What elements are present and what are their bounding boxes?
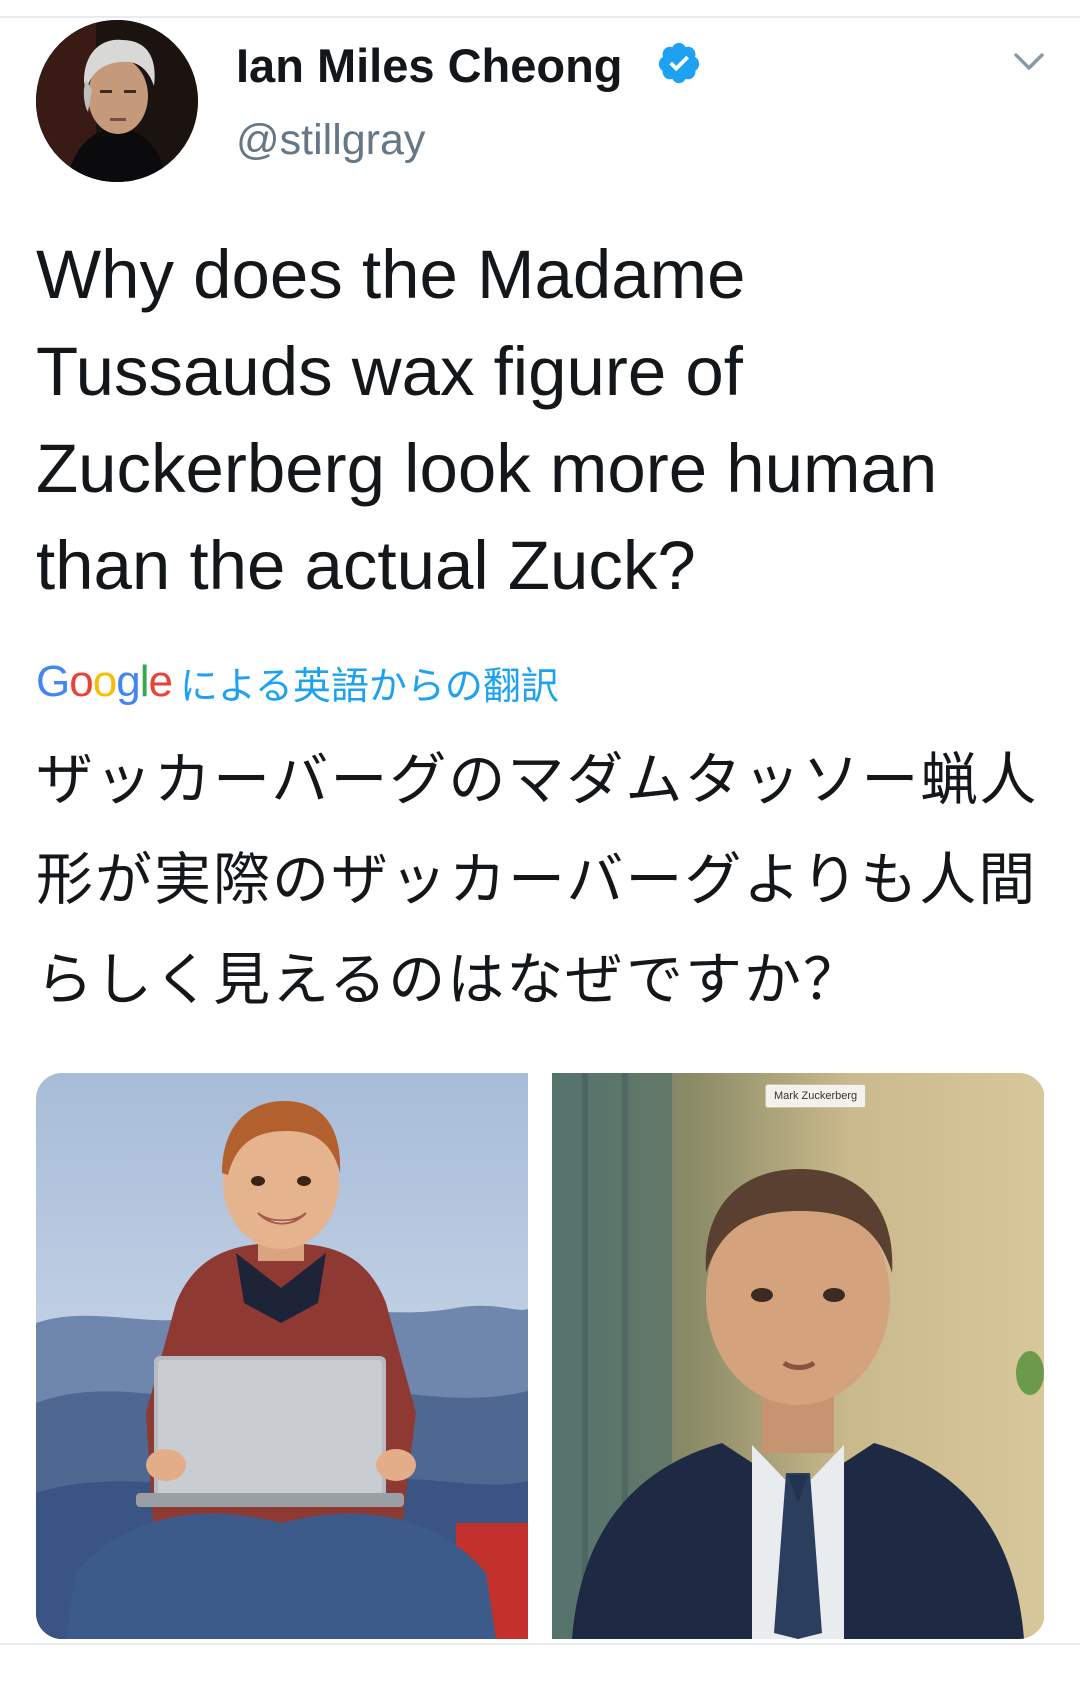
media-photo-wax-figure[interactable] xyxy=(36,1073,528,1639)
google-logo: Google xyxy=(36,657,173,706)
chevron-down-icon[interactable] xyxy=(1012,50,1046,74)
author-name[interactable]: Ian Miles Cheong xyxy=(236,38,623,94)
translated-text: ザッカーバーグのマダムタッソー蝋人形が実際のザッカーバーグよりも人間らしく見える… xyxy=(36,747,1039,1013)
top-divider xyxy=(0,16,1080,18)
media-photo-video-call[interactable]: Mark Zuckerberg xyxy=(552,1073,1044,1639)
media-grid: Mark Zuckerberg xyxy=(36,1073,1045,1639)
translation-label: による英語からの翻訳 xyxy=(179,663,559,708)
video-name-tag: Mark Zuckerberg xyxy=(765,1084,867,1108)
translation-header[interactable]: Google による英語からの翻訳 xyxy=(36,654,559,710)
bottom-divider xyxy=(0,1643,1080,1645)
tweet-text: Why does the Madame Tussauds wax figure … xyxy=(36,236,938,604)
author-handle[interactable]: @stillgray xyxy=(236,114,425,166)
author-avatar[interactable] xyxy=(36,20,198,182)
verified-badge-icon xyxy=(658,42,700,84)
